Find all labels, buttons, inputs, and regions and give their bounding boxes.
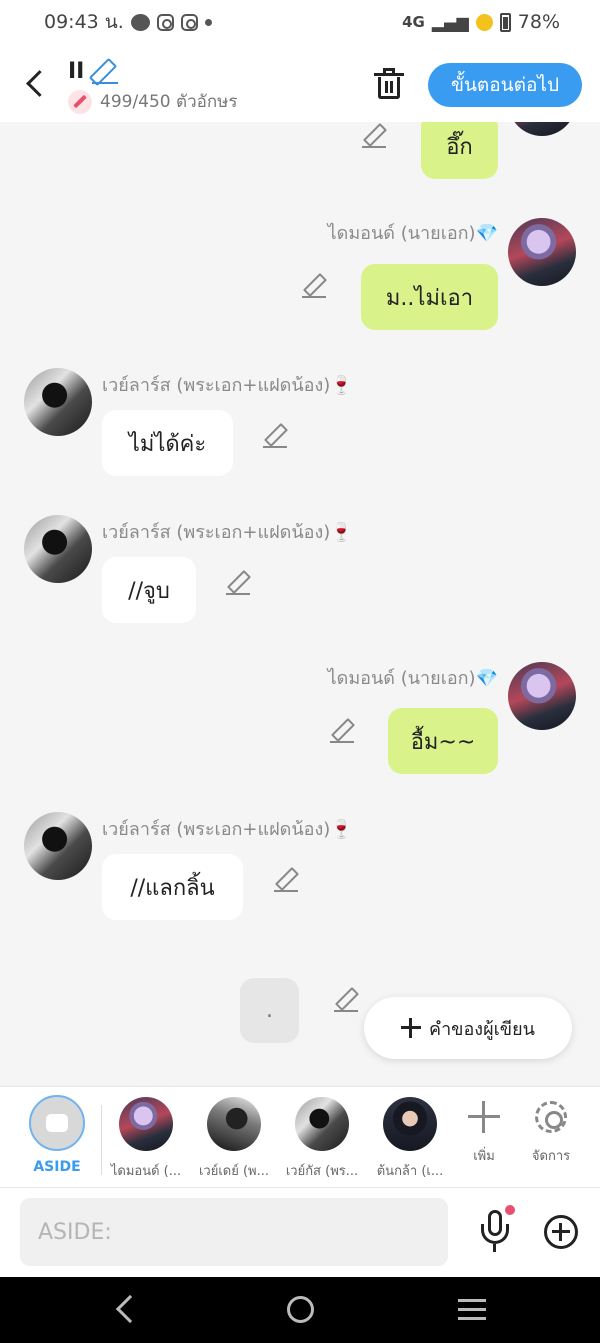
message-bubble[interactable]: ม..ไม่เอา [361, 264, 498, 330]
char-count: 499/450 ตัวอักษร [100, 92, 238, 112]
character-avatar [383, 1097, 437, 1151]
message-bubble[interactable]: //แลกลิ้น [102, 854, 243, 920]
aside-label: ASIDE [33, 1159, 81, 1175]
edit-message-icon[interactable] [334, 988, 358, 1012]
edit-message-icon[interactable] [362, 124, 386, 148]
input-bar [0, 1188, 600, 1277]
avatar-waylars[interactable] [24, 515, 92, 583]
pencil-badge-icon [68, 89, 92, 114]
character-waygus[interactable]: เวย์กัส (พร... [282, 1097, 362, 1181]
edit-message-icon[interactable] [330, 719, 354, 743]
status-right: 4G ▂▄▆ 78% [402, 11, 560, 33]
microphone-icon-stem [493, 1244, 496, 1252]
message-bubble[interactable]: //จูบ [102, 557, 196, 623]
character-name: ต้นกล้า (เ... [376, 1164, 444, 1179]
trash-icon-can [378, 77, 400, 99]
chat-area[interactable]: อึ๊ก ไดมอนด์ (นายเอก)💎 ม..ไม่เอา เวย์ลาร… [0, 122, 600, 1086]
sender-name: ไดมอนด์ (นายเอก)💎 [327, 668, 498, 689]
edit-message-icon[interactable] [226, 571, 250, 595]
edit-title-icon[interactable] [92, 58, 119, 84]
chat-notification-icon [130, 13, 150, 31]
edit-message-icon[interactable] [274, 868, 298, 892]
instagram-icon [156, 13, 174, 31]
message-bubble[interactable]: ไม่ได้ค่ะ [102, 410, 233, 476]
sender-name: เวย์ลาร์ส (พระเอก+แฝดน้อง)🍷 [102, 375, 353, 396]
character-avatar [119, 1097, 173, 1151]
author-note-label: คำของผู้เขียน [429, 1018, 535, 1040]
microphone-button[interactable] [478, 1205, 515, 1254]
character-avatar [295, 1097, 349, 1151]
add-character-button[interactable]: เพิ่ม [454, 1101, 514, 1166]
title-block: II 499/450 ตัวอักษร [68, 58, 237, 115]
network-type: 4G [402, 13, 425, 31]
plus-icon [401, 1018, 422, 1038]
character-bar: ASIDE ไดมอนด์ (... เวย์เดย์ (พ... เวย์กั… [0, 1086, 600, 1188]
status-left: 09:43 น. [44, 7, 212, 37]
char-count-row: 499/450 ตัวอักษร [68, 88, 237, 115]
gear-icon [535, 1101, 567, 1133]
nav-recents-icon[interactable] [458, 1299, 486, 1321]
system-nav-bar [0, 1277, 600, 1343]
avatar-diamond[interactable] [508, 218, 576, 286]
delete-button[interactable] [374, 68, 404, 100]
avatar-waylars[interactable] [24, 812, 92, 880]
title-row: II [68, 58, 237, 84]
aside-tab[interactable]: ASIDE [24, 1095, 90, 1175]
nav-back-icon[interactable] [115, 1294, 145, 1324]
message-bubble[interactable]: อื้ม~~ [388, 708, 498, 774]
message-bubble[interactable]: . [240, 978, 299, 1043]
sender-name: เวย์ลาร์ส (พระเอก+แฝดน้อง)🍷 [102, 819, 353, 840]
nav-home-icon[interactable] [287, 1296, 314, 1323]
status-time: 09:43 น. [44, 11, 124, 33]
character-diamond[interactable]: ไดมอนด์ (... [106, 1097, 186, 1181]
battery-saver-icon [475, 13, 493, 31]
character-tonkla[interactable]: ต้นกล้า (เ... [370, 1097, 450, 1181]
manage-characters-button[interactable]: จัดการ [521, 1101, 581, 1166]
add-media-button[interactable] [544, 1215, 578, 1249]
more-notifications-dot-icon [204, 18, 212, 26]
character-name: เวย์กัส (พร... [285, 1164, 359, 1179]
character-name: ไดมอนด์ (... [110, 1164, 182, 1179]
divider [101, 1105, 102, 1175]
manage-label: จัดการ [531, 1149, 571, 1164]
status-bar: 09:43 น. 4G ▂▄▆ 78% [0, 0, 600, 44]
microphone-icon-arc [481, 1224, 509, 1244]
trash-icon-lid [374, 73, 404, 76]
edit-message-icon[interactable] [302, 274, 326, 298]
episode-title: II [68, 58, 85, 84]
sender-name: ไดมอนด์ (นายเอก)💎 [327, 223, 498, 244]
battery-level: 78% [517, 11, 560, 33]
back-button[interactable] [20, 66, 50, 100]
message-bubble[interactable]: อึ๊ก [421, 122, 498, 179]
instagram-icon-2 [180, 13, 198, 31]
plus-icon [468, 1101, 500, 1133]
recording-dot-icon [505, 1205, 515, 1215]
avatar-diamond[interactable] [508, 662, 576, 730]
editor-header: II 499/450 ตัวอักษร ขั้นตอนต่อไป [0, 44, 600, 122]
character-wayday[interactable]: เวย์เดย์ (พ... [194, 1097, 274, 1181]
avatar-waylars[interactable] [24, 368, 92, 436]
avatar-diamond[interactable] [508, 122, 576, 136]
sender-name: เวย์ลาร์ส (พระเอก+แฝดน้อง)🍷 [102, 522, 353, 543]
add-label: เพิ่ม [473, 1149, 495, 1164]
battery-icon [499, 12, 511, 32]
next-step-button[interactable]: ขั้นตอนต่อไป [428, 63, 582, 107]
edit-message-icon[interactable] [263, 424, 287, 448]
author-note-button[interactable]: คำของผู้เขียน [364, 997, 572, 1059]
message-input[interactable] [20, 1198, 448, 1266]
character-avatar [207, 1097, 261, 1151]
signal-icon: ▂▄▆ [431, 12, 469, 32]
aside-icon [29, 1095, 85, 1151]
character-name: เวย์เดย์ (พ... [198, 1164, 270, 1179]
